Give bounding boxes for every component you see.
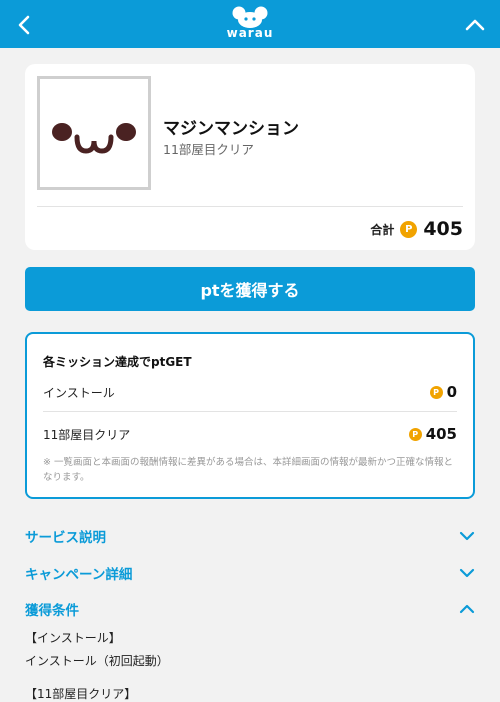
divider [37, 206, 463, 207]
app-icon [37, 76, 151, 190]
warau-logo[interactable]: warau [220, 6, 280, 44]
section-title: 獲得条件 [25, 603, 79, 619]
total-label: 合計 [370, 222, 395, 237]
condition-heading: 【インストール】 [25, 631, 121, 645]
logo-mark-icon [232, 6, 268, 28]
total-points-row: 合計 P 405 [370, 216, 463, 242]
mission-title: 各ミッション達成でptGET [43, 355, 192, 369]
mission-label: 11部屋目クリア [43, 427, 131, 442]
mission-row: インストール P 0 [43, 380, 457, 404]
chevron-left-icon [18, 15, 30, 35]
section-earning-conditions[interactable]: 獲得条件 [25, 597, 475, 621]
get-points-button[interactable]: ptを獲得する [25, 267, 475, 311]
mission-points: P 405 [408, 425, 457, 443]
condition-heading: 【11部屋目クリア】 [25, 687, 137, 701]
section-campaign-details[interactable]: キャンペーン詳細 [25, 561, 475, 585]
divider [43, 411, 457, 412]
mission-points-value: 405 [425, 425, 457, 443]
collapse-button[interactable] [464, 14, 486, 36]
mission-label: インストール [43, 385, 115, 400]
section-title: キャンペーン詳細 [25, 567, 133, 583]
kaomoji-face-icon [52, 123, 136, 154]
section-service-description[interactable]: サービス説明 [25, 524, 475, 548]
point-coin-icon: P [408, 427, 422, 441]
back-button[interactable] [14, 14, 36, 36]
app-header: warau [0, 0, 500, 48]
app-summary-card: マジンマンション 11部屋目クリア 合計 P 405 [25, 64, 475, 250]
disclaimer-note: ※ 一覧画面と本画面の報酬情報に差異がある場合は、本詳細画面の情報が最新かつ正確… [43, 457, 453, 483]
total-points-value: 405 [423, 218, 463, 240]
mission-card: 各ミッション達成でptGET インストール P 0 11部屋目クリア P 405… [25, 332, 475, 499]
chevron-up-icon [465, 19, 485, 31]
chevron-down-icon [459, 531, 475, 541]
logo-text: warau [226, 26, 274, 40]
point-coin-icon: P [429, 385, 443, 399]
chevron-up-icon [459, 604, 475, 614]
mission-points: P 0 [429, 383, 457, 401]
mission-points-value: 0 [446, 383, 457, 401]
app-title: マジンマンション [163, 119, 299, 139]
chevron-down-icon [459, 568, 475, 578]
mission-row: 11部屋目クリア P 405 [43, 422, 457, 446]
point-coin-icon: P [400, 220, 418, 238]
condition-text: インストール（初回起動） [25, 654, 169, 668]
app-subtitle: 11部屋目クリア [163, 142, 254, 157]
section-title: サービス説明 [25, 530, 106, 546]
